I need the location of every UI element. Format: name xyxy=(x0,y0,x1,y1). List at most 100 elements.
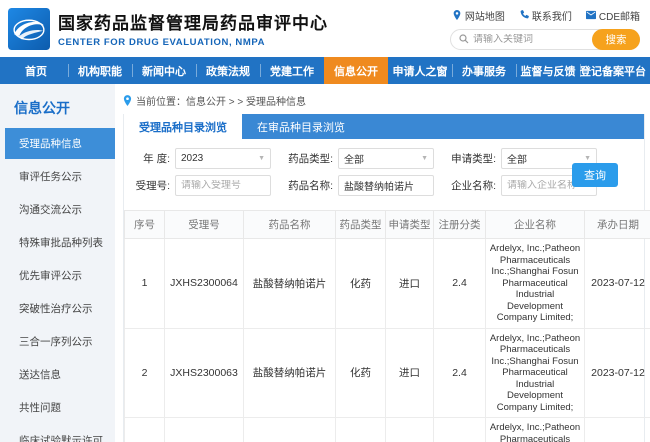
header-search: 搜索 xyxy=(450,29,640,50)
cell-accept-no: JXHS2300063 xyxy=(165,328,244,418)
location-pin-icon xyxy=(452,10,462,20)
cell-company: Ardelyx, Inc.;Patheon Pharmaceuticals In… xyxy=(486,239,585,329)
cell-drug-type: 化药 xyxy=(336,418,386,442)
sidebar-item-review-tasks[interactable]: 审评任务公示 xyxy=(5,161,115,192)
col-header-drug-name: 药品名称 xyxy=(244,211,336,239)
year-select[interactable]: 2023 ▼ xyxy=(175,148,271,169)
nav-item-registration-platform[interactable]: 登记备案平台 xyxy=(580,57,646,84)
search-icon xyxy=(459,34,469,44)
cell-seq: 3 xyxy=(125,418,165,442)
nav-item-supervision[interactable]: 监督与反馈 xyxy=(516,57,580,84)
table-row: 2 JXHS2300063 盐酸替纳帕诺片 化药 进口 2.4 Ardelyx,… xyxy=(125,328,650,418)
drug-type-select[interactable]: 全部 ▼ xyxy=(338,148,434,169)
nav-item-services[interactable]: 办事服务 xyxy=(452,57,516,84)
site-title: 国家药品监督管理局药品审评中心 xyxy=(58,9,328,34)
sidebar-item-clinical-trial-license[interactable]: 临床试验默示许可 xyxy=(5,425,115,442)
sitemap-link-label: 网站地图 xyxy=(465,8,505,23)
nav-item-info-disclosure[interactable]: 信息公开 xyxy=(324,57,388,84)
tab-accepted-catalog[interactable]: 受理品种目录浏览 xyxy=(124,114,242,139)
cde-mail-link-label: CDE邮箱 xyxy=(599,8,640,23)
col-header-reg-class: 注册分类 xyxy=(434,211,486,239)
cell-reg-class: 2.4 xyxy=(434,239,486,329)
drug-name-input[interactable] xyxy=(344,180,428,191)
sidebar-item-priority-review[interactable]: 优先审评公示 xyxy=(5,260,115,291)
sidebar-item-accepted-varieties[interactable]: 受理品种信息 xyxy=(5,128,115,159)
cell-apply-type: 进口 xyxy=(386,328,434,418)
sidebar-item-common-issues[interactable]: 共性问题 xyxy=(5,392,115,423)
nav-item-functions[interactable]: 机构职能 xyxy=(68,57,132,84)
search-button[interactable]: 搜索 xyxy=(592,29,640,50)
tab-bar: 受理品种目录浏览 在审品种目录浏览 xyxy=(124,114,644,139)
cell-seq: 2 xyxy=(125,328,165,418)
caret-down-icon: ▼ xyxy=(584,155,591,162)
results-table: 序号 受理号 药品名称 药品类型 申请类型 注册分类 企业名称 承办日期 1 J… xyxy=(124,210,650,442)
mail-icon xyxy=(586,10,596,20)
table-row: 1 JXHS2300064 盐酸替纳帕诺片 化药 进口 2.4 Ardelyx,… xyxy=(125,239,650,329)
sidebar-item-special-approval[interactable]: 特殊审批品种列表 xyxy=(5,227,115,258)
sidebar-item-breakthrough-therapy[interactable]: 突破性治疗公示 xyxy=(5,293,115,324)
contact-link-label: 联系我们 xyxy=(532,8,572,23)
cell-drug-name: 盐酸替纳帕诺片 xyxy=(244,328,336,418)
site-subtitle: CENTER FOR DRUG EVALUATION, NMPA xyxy=(58,37,328,48)
cell-reg-class: 2.4 xyxy=(434,328,486,418)
drug-name-label: 药品名称: xyxy=(271,178,333,193)
cell-date: 2023-07-12 xyxy=(585,239,650,329)
main-nav: 首页 机构职能 新闻中心 政策法规 党建工作 信息公开 申请人之窗 办事服务 监… xyxy=(0,57,650,84)
cell-date: 2023-07-12 xyxy=(585,328,650,418)
drug-type-select-value: 全部 xyxy=(344,151,364,166)
nav-item-home[interactable]: 首页 xyxy=(4,57,68,84)
nav-item-applicant-window[interactable]: 申请人之窗 xyxy=(388,57,452,84)
caret-down-icon: ▼ xyxy=(258,155,265,162)
cde-mail-link[interactable]: CDE邮箱 xyxy=(586,8,640,23)
cell-company: Ardelyx, Inc.;Patheon Pharmaceuticals In… xyxy=(486,328,585,418)
table-header-row: 序号 受理号 药品名称 药品类型 申请类型 注册分类 企业名称 承办日期 xyxy=(125,211,650,239)
nav-item-policies[interactable]: 政策法规 xyxy=(196,57,260,84)
cell-company: Ardelyx, Inc.;Patheon Pharmaceuticals In… xyxy=(486,418,585,442)
cell-drug-type: 化药 xyxy=(336,239,386,329)
sidebar-title: 信息公开 xyxy=(0,92,115,128)
sidebar: 信息公开 受理品种信息 审评任务公示 沟通交流公示 特殊审批品种列表 优先审评公… xyxy=(0,84,115,442)
col-header-accept-no: 受理号 xyxy=(165,211,244,239)
cell-apply-type: 进口 xyxy=(386,239,434,329)
year-label: 年 度: xyxy=(128,151,170,166)
filter-panel: 年 度: 2023 ▼ 药品类型: 全部 ▼ 申请类型: 全部 ▼ xyxy=(124,139,644,210)
breadcrumb-text: 当前位置：信息公开 > > 受理品种信息 xyxy=(136,93,306,108)
col-header-apply-type: 申请类型 xyxy=(386,211,434,239)
drug-name-field-wrap xyxy=(338,175,434,196)
nmpa-logo-icon xyxy=(8,8,50,50)
sidebar-item-communication[interactable]: 沟通交流公示 xyxy=(5,194,115,225)
query-button[interactable]: 查询 xyxy=(572,163,618,187)
accept-no-input[interactable] xyxy=(181,180,265,191)
brand: 国家药品监督管理局药品审评中心 CENTER FOR DRUG EVALUATI… xyxy=(8,8,328,50)
cell-date: 2023-07-12 xyxy=(585,418,650,442)
accept-no-field-wrap xyxy=(175,175,271,196)
sitemap-link[interactable]: 网站地图 xyxy=(452,8,505,23)
phone-icon xyxy=(519,10,529,20)
cell-accept-no: JXHS2300062 xyxy=(165,418,244,442)
sidebar-item-delivery-info[interactable]: 送达信息 xyxy=(5,359,115,390)
cell-drug-name: 盐酸替纳帕诺片 xyxy=(244,239,336,329)
cell-reg-class: 2.4 xyxy=(434,418,486,442)
tab-under-review-catalog[interactable]: 在审品种目录浏览 xyxy=(242,114,360,139)
apply-type-label: 申请类型: xyxy=(434,151,496,166)
top-links: 网站地图 联系我们 CDE邮箱 xyxy=(452,8,640,23)
col-header-drug-type: 药品类型 xyxy=(336,211,386,239)
col-header-date: 承办日期 xyxy=(585,211,650,239)
accept-no-label: 受理号: xyxy=(128,178,170,193)
contact-link[interactable]: 联系我们 xyxy=(519,8,572,23)
nav-item-party[interactable]: 党建工作 xyxy=(260,57,324,84)
nav-item-news[interactable]: 新闻中心 xyxy=(132,57,196,84)
cell-seq: 1 xyxy=(125,239,165,329)
breadcrumb-pin-icon xyxy=(123,95,132,106)
cell-accept-no: JXHS2300064 xyxy=(165,239,244,329)
site-header: 国家药品监督管理局药品审评中心 CENTER FOR DRUG EVALUATI… xyxy=(0,0,650,57)
cell-apply-type: 进口 xyxy=(386,418,434,442)
col-header-company: 企业名称 xyxy=(486,211,585,239)
sidebar-item-three-in-one[interactable]: 三合一序列公示 xyxy=(5,326,115,357)
search-input[interactable] xyxy=(473,34,583,45)
caret-down-icon: ▼ xyxy=(421,155,428,162)
cell-drug-name: 盐酸替纳帕诺片 xyxy=(244,418,336,442)
breadcrumb: 当前位置：信息公开 > > 受理品种信息 xyxy=(123,92,645,108)
cell-drug-type: 化药 xyxy=(336,328,386,418)
table-row: 3 JXHS2300062 盐酸替纳帕诺片 化药 进口 2.4 Ardelyx,… xyxy=(125,418,650,442)
